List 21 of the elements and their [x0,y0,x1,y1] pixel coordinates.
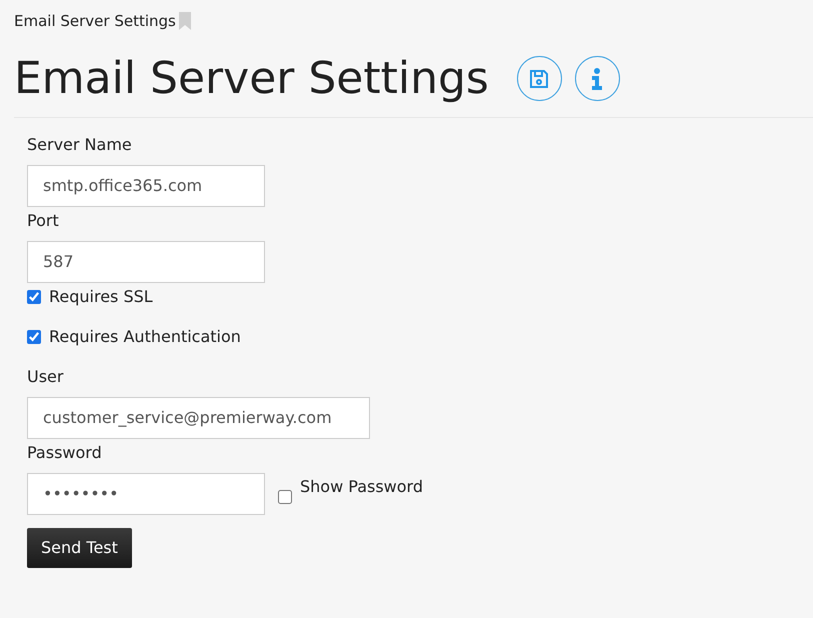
info-button[interactable] [574,56,620,101]
checkbox[interactable] [27,290,41,304]
input-field[interactable]: smtp.office365.com [27,164,265,206]
input-field[interactable]: customer_service@premierway.com [27,396,370,438]
checkbox[interactable] [278,490,292,504]
checkbox-label: Requires SSL [49,286,153,308]
field-label: Password [27,442,103,464]
info-icon [591,68,604,90]
breadcrumb-title[interactable]: Email Server Settings [14,10,176,32]
input-field[interactable]: 587 [27,240,265,282]
checkbox[interactable] [27,330,41,344]
page-title: Email Server Settings [14,52,489,106]
send-test-button[interactable]: Send Test [27,528,132,568]
field-label: Port [27,210,60,232]
field-label: User [27,366,64,388]
checkbox-label: Show Password [300,476,423,498]
save-button[interactable] [516,56,562,101]
password-field[interactable]: •••••••• [27,472,265,514]
save-icon [529,68,550,88]
field-label: Server Name [27,134,133,156]
checkbox-label: Requires Authentication [49,326,241,348]
